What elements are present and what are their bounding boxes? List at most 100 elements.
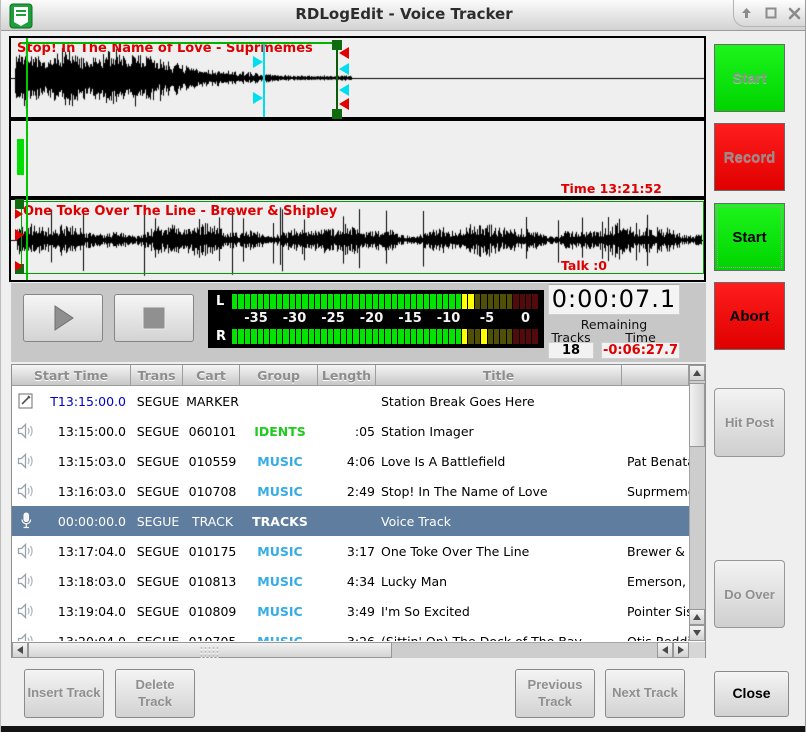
meter-segment [494,329,499,344]
scroll-left-button2[interactable] [657,642,673,658]
segue-marker-handle[interactable] [253,56,263,68]
cell-length: 3:49 [319,604,377,619]
fade-marker-handle[interactable] [15,261,23,271]
fade-marker-handle[interactable] [15,209,23,219]
meter-segment [270,329,275,344]
meter-segment [475,329,480,344]
meter-segment [315,329,320,344]
log-table-row[interactable]: 00:00:00.0SEGUETRACKTRACKSVoice Track [12,506,689,536]
cell-trans: SEGUE [132,604,184,619]
cell-trans: SEGUE [132,394,184,409]
meter-segment [347,294,352,309]
segue-marker-handle[interactable] [339,63,349,75]
log-table-row[interactable]: 13:20:04.0SEGUE010705MUSIC3:26(Sittin' O… [12,626,689,641]
do-over-button[interactable]: Do Over [714,560,785,628]
meter-segment [526,294,531,309]
start1-button[interactable]: Start [714,44,785,112]
scroll-up-button2[interactable] [689,609,705,625]
log-table-row[interactable]: 13:15:00.0SEGUE060101IDENTS:05Station Im… [12,416,689,446]
cell-artist: Pat Benatar [623,454,689,469]
record-level-bar [17,139,24,175]
play-button[interactable] [23,294,103,342]
cell-group: TRACKS [241,514,319,529]
meter-segment [411,294,416,309]
scroll-left-button[interactable] [12,642,28,658]
cell-trans: SEGUE [132,634,184,642]
meter-segment [456,329,461,344]
log-table-row[interactable]: 13:15:03.0SEGUE010559MUSIC4:06Love Is A … [12,446,689,476]
log-table-row[interactable]: 13:19:04.0SEGUE010809MUSIC3:49I'm So Exc… [12,596,689,626]
speaker-icon [12,421,40,441]
maximize-window-icon[interactable] [763,5,779,21]
cell-cart: 010175 [184,544,241,559]
next-track-button[interactable]: Next Track [605,669,685,718]
insert-track-button[interactable]: Insert Track [24,669,104,718]
meter-segment [392,294,397,309]
column-header-title: Title [376,365,622,386]
meter-tick-label: 0 [521,311,530,326]
cell-cart: 010809 [184,604,241,619]
meter-segment [417,294,422,309]
meter-segment [437,329,442,344]
meter-left-bar [232,294,540,309]
cell-trans: SEGUE [132,514,184,529]
speaker-icon [12,631,40,641]
cell-cart: 010559 [184,454,241,469]
column-header-group: Group [240,365,318,386]
stop-button[interactable] [114,294,194,342]
scroll-down-button[interactable] [689,625,705,641]
log-table-row[interactable]: T13:15:00.0SEGUEMARKERStation Break Goes… [12,386,689,416]
fade-marker-handle[interactable] [339,47,349,59]
meter-segment [277,294,282,309]
window-title: RDLogEdit - Voice Tracker [1,5,806,23]
meter-segment [277,329,282,344]
meter-segment [258,294,263,309]
meter-right-label: R [216,329,230,344]
fade-marker-handle[interactable] [339,98,349,110]
log-table-row[interactable]: 13:18:03.0SEGUE010813MUSIC4:34Lucky ManE… [12,566,689,596]
record-button[interactable]: Record [714,123,785,191]
meter-segment [379,294,384,309]
horizontal-scrollbar-thumb[interactable] [28,642,392,658]
speaker-icon [12,451,40,471]
meter-segment [456,294,461,309]
meter-segment [411,329,416,344]
cell-group: MUSIC [241,634,319,642]
meter-segment [481,329,486,344]
abort-button[interactable]: Abort [714,282,785,350]
meter-segment [302,329,307,344]
meter-segment [296,294,301,309]
meter-segment [443,294,448,309]
shade-window-icon[interactable] [739,5,755,21]
fade-marker-handle[interactable] [15,229,24,241]
meter-segment [360,329,365,344]
cell-title: One Toke Over The Line [377,544,623,559]
meter-segment [430,294,435,309]
previous-track-button[interactable]: Previous Track [515,669,595,718]
start-marker-handle[interactable] [15,199,24,209]
meter-segment [379,329,384,344]
log-table-row[interactable]: 13:17:04.0SEGUE010175MUSIC3:17One Toke O… [12,536,689,566]
hit-post-button[interactable]: Hit Post [714,388,785,457]
delete-track-button[interactable]: Delete Track [115,669,195,718]
vertical-scrollbar-thumb[interactable] [689,383,705,447]
speaker-icon [12,481,40,501]
log-table-row[interactable]: 13:16:03.0SEGUE010708MUSIC2:49Stop! In T… [12,476,689,506]
cell-length: 3:26 [319,634,377,642]
start2-button[interactable]: Start [714,203,785,271]
end-marker-handle[interactable] [332,109,342,119]
meter-segment [290,294,295,309]
speaker-icon [12,601,40,621]
close-button[interactable]: Close [714,671,789,717]
scroll-up-button[interactable] [689,365,705,381]
segue-marker-handle[interactable] [253,92,263,104]
scroll-right-button[interactable] [673,642,689,658]
meter-segment [488,329,493,344]
cell-length: 3:17 [319,544,377,559]
meter-segment [328,329,333,344]
cell-title: Voice Track [377,514,623,529]
title-bar[interactable]: RDLogEdit - Voice Tracker [1,0,806,31]
segue-marker-handle[interactable] [339,84,349,96]
column-header-blank [622,365,689,386]
close-window-icon[interactable] [787,5,803,21]
